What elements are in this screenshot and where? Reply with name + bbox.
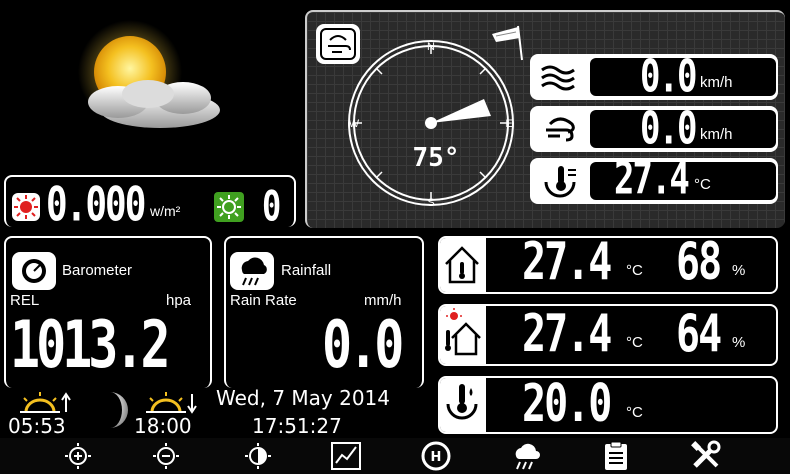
barometer-value: 1013.2 bbox=[10, 307, 171, 383]
current-date: Wed, 7 May 2014 bbox=[216, 386, 391, 410]
flag-icon bbox=[492, 25, 523, 61]
wind-gust-icon bbox=[546, 117, 575, 142]
outdoor-house-icon bbox=[445, 308, 481, 356]
indoor-temp-unit: °C bbox=[626, 262, 643, 279]
sunrise-icon bbox=[20, 392, 71, 413]
compass-w: W bbox=[349, 118, 360, 130]
indoor-house-icon bbox=[445, 246, 479, 284]
settings-icon bbox=[691, 440, 721, 468]
uv-icon[interactable] bbox=[214, 192, 244, 222]
compass-e: E bbox=[505, 118, 512, 130]
barometer-icon[interactable] bbox=[12, 252, 56, 290]
outdoor-temp-value: 27.4 bbox=[522, 304, 612, 364]
svg-text:H: H bbox=[431, 450, 442, 465]
indoor-temp-value: 27.4 bbox=[522, 232, 612, 292]
current-time: 17:51:27 bbox=[252, 414, 342, 438]
brightness-icon bbox=[245, 443, 271, 469]
sunset-time: 18:00 bbox=[134, 414, 192, 438]
weather-forecast-icon bbox=[78, 20, 220, 128]
uvi-value: 0 bbox=[262, 181, 281, 231]
zoom-in-icon bbox=[65, 443, 91, 469]
zoom-out-button[interactable] bbox=[148, 439, 184, 473]
wind-compass: N S W E 75° bbox=[348, 40, 514, 208]
barometer-icon: H bbox=[421, 441, 451, 471]
rainfall-mode: Rain Rate bbox=[230, 292, 297, 309]
solar-alarm-icon[interactable] bbox=[12, 193, 40, 221]
sunset-icon bbox=[146, 392, 197, 414]
notes-icon bbox=[605, 441, 627, 470]
moon-phase-icon bbox=[110, 392, 128, 428]
wind-gust-value: 0.0 bbox=[640, 103, 697, 155]
indoor-humidity-unit: % bbox=[732, 262, 746, 279]
solar-value: 0.000 bbox=[46, 178, 146, 232]
rain-nav-button[interactable] bbox=[508, 439, 544, 473]
solar-unit: w/m² bbox=[150, 203, 181, 219]
outdoor-temp-unit: °C bbox=[626, 334, 643, 351]
zoom-out-icon bbox=[153, 443, 179, 469]
compass-n: N bbox=[427, 41, 435, 53]
barometer-unit: hpa bbox=[166, 292, 192, 309]
outdoor-humidity-unit: % bbox=[732, 334, 746, 351]
indoor-humidity-value: 68 bbox=[676, 232, 722, 292]
wind-speed-icon bbox=[541, 65, 575, 91]
settings-button[interactable] bbox=[688, 439, 724, 473]
brightness-button[interactable] bbox=[240, 439, 276, 473]
outdoor-humidity-value: 64 bbox=[676, 304, 722, 364]
wind-speed-value: 0.0 bbox=[640, 51, 697, 103]
wind-chill-value: 27.4 bbox=[614, 153, 690, 205]
barometer-nav-button[interactable]: H bbox=[418, 439, 454, 473]
dewpoint-temp-unit: °C bbox=[626, 404, 643, 421]
wind-direction-needle bbox=[425, 99, 491, 129]
notes-button[interactable] bbox=[598, 439, 634, 473]
dewpoint-temp-value: 20.0 bbox=[522, 374, 612, 434]
rainfall-value: 0.0 bbox=[322, 307, 404, 383]
graph-button[interactable] bbox=[328, 439, 364, 473]
wind-chill-icon bbox=[544, 166, 576, 198]
wind-chill-unit: °C bbox=[694, 176, 711, 193]
rainfall-icon[interactable] bbox=[230, 252, 274, 290]
wind-speed-unit: km/h bbox=[700, 74, 733, 91]
compass-s: S bbox=[427, 197, 434, 208]
barometer-title: Barometer bbox=[62, 262, 133, 279]
sunrise-time: 05:53 bbox=[8, 414, 66, 438]
rainfall-title: Rainfall bbox=[281, 262, 332, 279]
dewpoint-icon bbox=[446, 384, 478, 420]
zoom-in-button[interactable] bbox=[60, 439, 96, 473]
wind-gust-unit: km/h bbox=[700, 126, 733, 143]
bottom-nav-bar bbox=[0, 438, 790, 474]
wind-direction-value: 75° bbox=[413, 143, 460, 173]
rain-icon bbox=[515, 443, 540, 470]
graph-icon bbox=[331, 442, 361, 470]
